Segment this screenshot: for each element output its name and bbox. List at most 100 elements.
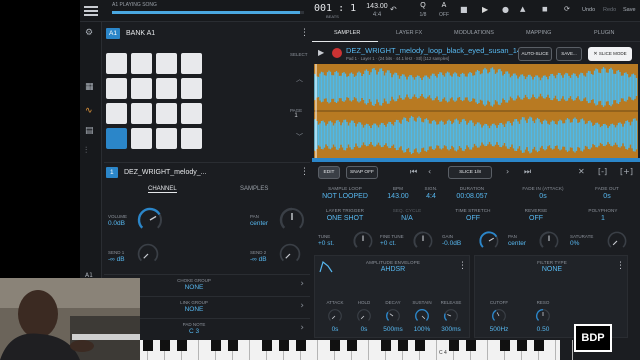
piano-black-key[interactable] — [279, 340, 289, 351]
first-slice-icon[interactable]: ⏮ — [410, 167, 417, 177]
save-sample-button[interactable]: SAVE... — [556, 47, 582, 61]
save-button[interactable]: Save — [623, 7, 636, 13]
edit-button[interactable]: EDIT — [318, 166, 340, 179]
tab-modulations[interactable]: MODULATIONS — [454, 30, 494, 36]
piano-black-key[interactable] — [449, 340, 459, 351]
signature-param[interactable]: SIGN. 4:4 — [416, 186, 446, 200]
bpm-param[interactable]: BPM 143.00 — [380, 186, 416, 200]
fine-tune-knob[interactable] — [412, 230, 434, 252]
pad-16[interactable] — [181, 128, 202, 149]
piano-black-key[interactable] — [160, 340, 170, 351]
pad-15[interactable] — [156, 128, 177, 149]
loop-icon[interactable]: ⟳ — [564, 5, 570, 13]
tab-mapping[interactable]: MAPPING — [526, 30, 551, 36]
layer-trigger-param[interactable]: LAYER TRIGGER ONE SHOT — [312, 208, 378, 222]
piano-black-key[interactable] — [500, 340, 510, 351]
bank-more-icon[interactable]: ⋮ — [300, 28, 309, 38]
redo-button[interactable]: Redo — [603, 7, 616, 13]
volume-knob[interactable] — [136, 206, 164, 234]
next-slice-icon[interactable]: › — [506, 167, 509, 176]
split-slice-icon[interactable]: [-] — [598, 167, 607, 176]
pad-2[interactable] — [131, 53, 152, 74]
send1-knob[interactable] — [136, 242, 160, 266]
undo-arrow-icon[interactable]: ↶ — [390, 5, 397, 14]
piano-black-key[interactable] — [517, 340, 527, 351]
bank-title[interactable]: BANK A1 — [126, 30, 155, 37]
quantize-label[interactable]: Q — [414, 2, 432, 9]
tab-samples[interactable]: SAMPLES — [240, 186, 268, 192]
piano-black-key[interactable] — [177, 340, 187, 351]
page-up-icon[interactable]: ︿ — [296, 74, 303, 84]
filter-knob-cutoff[interactable] — [491, 308, 507, 324]
pad-14[interactable] — [131, 128, 152, 149]
tune-knob[interactable] — [352, 230, 374, 252]
sample-name[interactable]: DEZ_WRIGHT_melody_loop_black_eyed_susan_… — [346, 46, 527, 55]
snap-button[interactable]: SNAP OFF — [346, 166, 378, 179]
stop-icon[interactable]: ■ — [460, 5, 468, 14]
pad-9[interactable] — [106, 103, 127, 124]
pad-12[interactable] — [181, 103, 202, 124]
pad-7[interactable] — [156, 78, 177, 99]
env-knob-sustain[interactable] — [414, 308, 430, 324]
record-icon[interactable]: ● — [502, 5, 509, 14]
piano-black-key[interactable] — [347, 340, 357, 351]
piano-keyboard[interactable]: C 3C 4 — [80, 340, 573, 360]
piano-black-key[interactable] — [466, 340, 476, 351]
time-signature[interactable]: 4:4 — [363, 12, 391, 18]
duration-param[interactable]: DURATION 00:08.057 — [452, 186, 492, 200]
metronome-icon[interactable]: ▲ — [520, 5, 525, 13]
pad-5[interactable] — [106, 78, 127, 99]
pad-8[interactable] — [181, 78, 202, 99]
env-knob-attack[interactable] — [327, 308, 343, 324]
gear-icon[interactable]: ⚙ — [85, 28, 93, 38]
tab-sampler[interactable]: SAMPLER — [334, 30, 360, 36]
gain-knob[interactable] — [478, 230, 500, 252]
piano-black-key[interactable] — [228, 340, 238, 351]
waveform-icon[interactable]: ∿ — [85, 106, 93, 116]
tab-channel[interactable]: CHANNEL — [148, 186, 177, 193]
position-display[interactable]: 001 : 1 — [314, 3, 356, 14]
time-stretch-param[interactable]: TIME STRETCH OFF — [448, 208, 498, 222]
tab-layer-fx[interactable]: LAYER FX — [396, 30, 422, 36]
piano-black-key[interactable] — [262, 340, 272, 351]
track-more-icon[interactable]: ⋮ — [300, 167, 309, 177]
slice-mode-button[interactable]: ✕ SLICE MODE — [588, 47, 632, 61]
layer-pan-knob[interactable] — [538, 230, 560, 252]
piano-black-key[interactable] — [211, 340, 221, 351]
amp-envelope-value[interactable]: AHDSR — [315, 266, 471, 273]
filter-type-value[interactable]: NONE — [475, 266, 629, 273]
piano-white-key[interactable] — [556, 340, 573, 360]
pad-13[interactable] — [106, 128, 127, 149]
mixer-icon[interactable]: ⫶ — [85, 146, 87, 156]
amp-envelope-more-icon[interactable]: ⋮ — [458, 261, 467, 271]
play-sample-icon[interactable]: ▶ — [318, 48, 324, 57]
record-sample-icon[interactable] — [332, 48, 342, 58]
reverse-param[interactable]: REVERSE OFF — [516, 208, 556, 222]
auto-slice-button[interactable]: AUTO-SLICE — [518, 47, 552, 61]
track-name[interactable]: DEZ_WRIGHT_melody_... — [124, 169, 206, 176]
tempo-display[interactable]: 143.00 — [363, 3, 391, 10]
env-knob-hold[interactable] — [356, 308, 372, 324]
grid-icon[interactable]: ▦ — [85, 82, 94, 92]
song-progress[interactable] — [112, 11, 304, 14]
pad-1[interactable] — [106, 53, 127, 74]
add-slice-icon[interactable]: [+] — [620, 167, 633, 176]
filter-knob-reso[interactable] — [535, 308, 551, 324]
fade-out-param[interactable]: FADE OUT 0s — [580, 186, 634, 200]
env-knob-decay[interactable] — [385, 308, 401, 324]
last-slice-icon[interactable]: ⏭ — [524, 167, 531, 177]
delete-slice-icon[interactable]: ✕ — [578, 167, 585, 176]
polyphony-param[interactable]: POLYPHONY 1 — [578, 208, 628, 222]
pad-3[interactable] — [156, 53, 177, 74]
piano-black-key[interactable] — [415, 340, 425, 351]
filter-more-icon[interactable]: ⋮ — [616, 261, 625, 271]
send2-knob[interactable] — [278, 242, 302, 266]
fade-in-param[interactable]: FADE IN (ATTACK) 0s — [508, 186, 578, 200]
piano-black-key[interactable] — [381, 340, 391, 351]
env-knob-release[interactable] — [443, 308, 459, 324]
browser-icon[interactable]: ▤ — [85, 126, 94, 136]
sample-loop-param[interactable]: SAMPLE LOOP NOT LOOPED — [312, 186, 378, 200]
waveform-scrollbar[interactable] — [312, 158, 640, 162]
piano-black-key[interactable] — [143, 340, 153, 351]
piano-black-key[interactable] — [330, 340, 340, 351]
